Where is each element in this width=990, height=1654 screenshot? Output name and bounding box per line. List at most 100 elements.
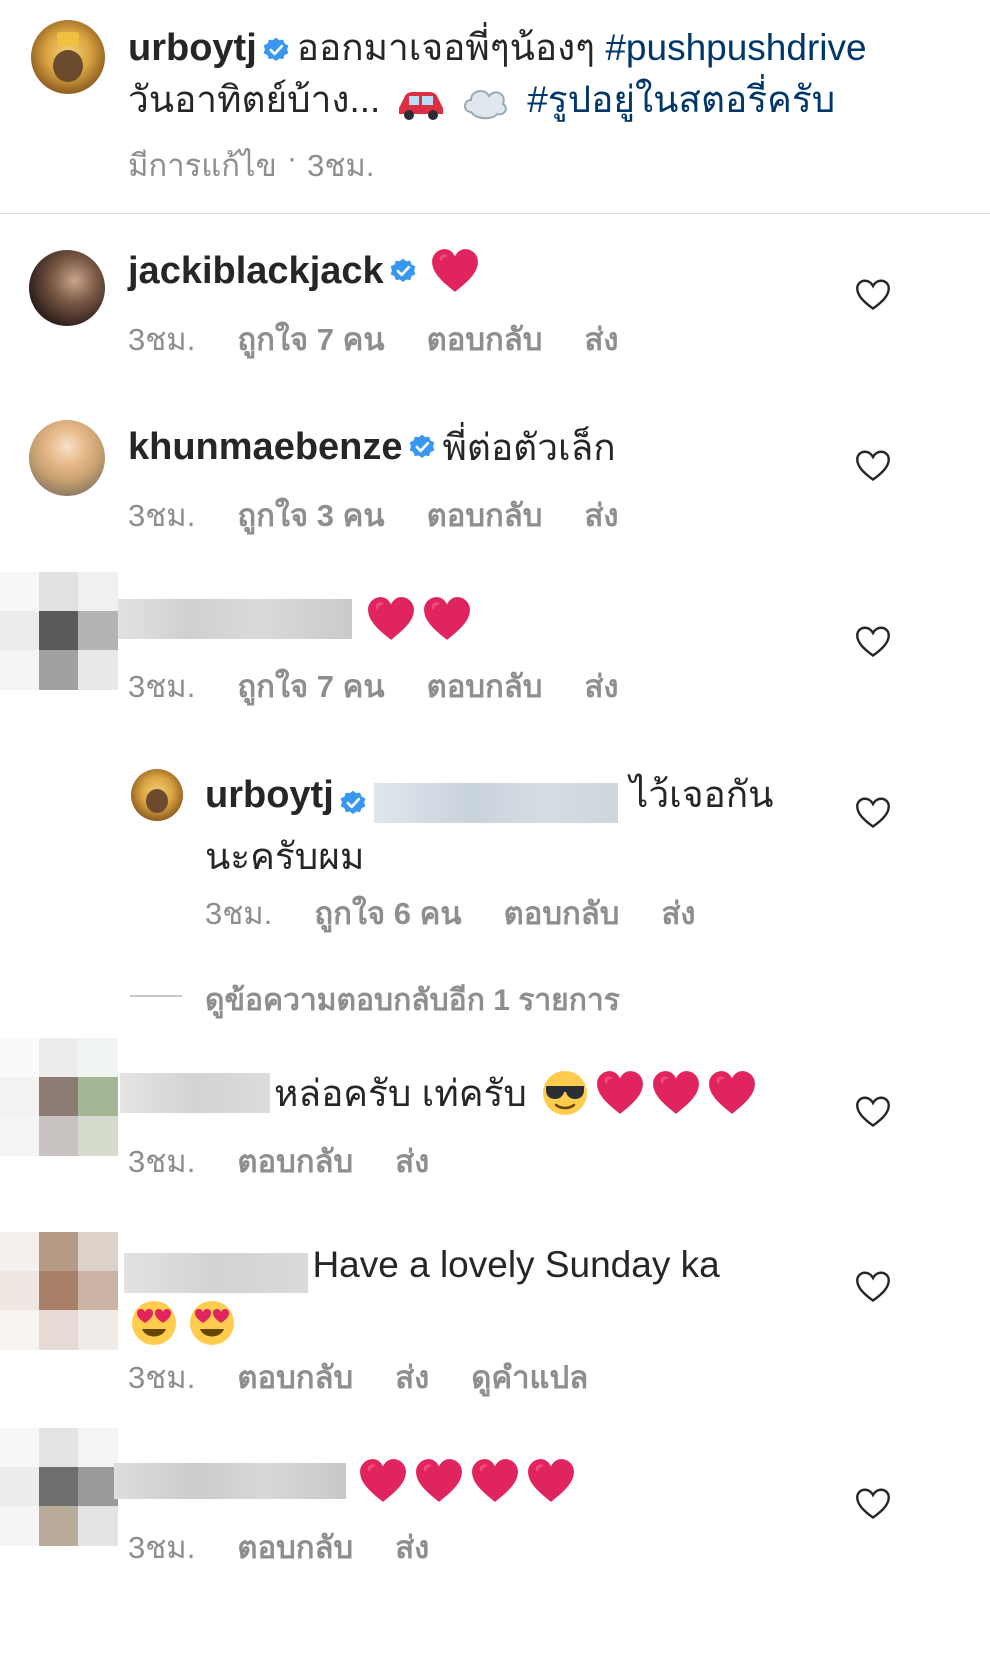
avatar[interactable] <box>29 420 105 496</box>
blurred-mention <box>373 782 618 823</box>
like-heart-icon[interactable] <box>855 625 891 659</box>
car-emoji <box>395 84 447 121</box>
likes-count[interactable]: ถูกใจ 7 คน <box>237 661 384 711</box>
caption-text-2: วันอาทิตย์บ้าง... <box>128 79 381 120</box>
send-button[interactable]: ส่ง <box>661 888 695 938</box>
red-heart-emoji <box>430 248 480 294</box>
send-button[interactable]: ส่ง <box>584 314 618 364</box>
verified-badge-icon <box>340 790 366 816</box>
comment-time: 3ชม. <box>128 1530 196 1565</box>
avatar[interactable] <box>0 1428 118 1546</box>
comment-time: 3ชม. <box>128 1360 196 1395</box>
comment-body: หล่อครับ เท่ครับ <box>120 1068 757 1118</box>
post-time: 3ชม. <box>307 148 375 183</box>
reply-button[interactable]: ตอบกลับ <box>427 490 543 540</box>
avatar[interactable] <box>0 572 118 690</box>
comment-username[interactable]: khunmaebenze <box>128 426 403 469</box>
red-heart-emoji <box>422 596 472 642</box>
red-heart-emoji <box>358 1458 408 1504</box>
comment-time: 3ชม. <box>128 322 196 357</box>
divider <box>0 213 990 214</box>
red-heart-emoji <box>595 1070 645 1116</box>
comment-meta: 3ชม. ตอบกลับ ส่ง <box>128 1136 471 1186</box>
like-heart-icon[interactable] <box>855 1095 891 1129</box>
red-heart-emoji <box>651 1070 701 1116</box>
red-heart-emoji <box>366 596 416 642</box>
comment-meta: 3ชม. ถูกใจ 7 คน ตอบกลับ ส่ง <box>128 661 661 711</box>
comment-username[interactable]: jackiblackjack <box>128 250 384 293</box>
send-button[interactable]: ส่ง <box>395 1352 429 1402</box>
like-heart-icon[interactable] <box>855 278 891 312</box>
hashtag-link[interactable]: #pushpushdrive <box>605 27 866 68</box>
reply-button[interactable]: ตอบกลับ <box>237 1522 353 1572</box>
comment-time: 3ชม. <box>128 669 196 704</box>
post-author-username[interactable]: urboytj <box>128 27 257 69</box>
comment-body <box>114 1456 576 1506</box>
post-meta: มีการแก้ไข · 3ชม. <box>128 140 416 190</box>
like-heart-icon[interactable] <box>855 449 891 483</box>
comment-text: พี่ต่อตัวเล็ก <box>442 426 616 468</box>
sunglasses-emoji <box>541 1069 589 1117</box>
reply-button[interactable]: ตอบกลับ <box>504 888 620 938</box>
like-heart-icon[interactable] <box>855 1270 891 1304</box>
comment-meta: 3ชม. ตอบกลับ ส่ง ดูคำแปล <box>128 1352 630 1402</box>
reply-body: urboytj ไว้เจอกัน นะครับผม <box>205 768 825 892</box>
heart-eyes-emoji <box>188 1299 236 1347</box>
send-button[interactable]: ส่ง <box>584 490 618 540</box>
view-replies-line <box>130 995 182 997</box>
view-more-replies-button[interactable]: ดูข้อความตอบกลับอีก 1 รายการ <box>205 977 620 1024</box>
meta-dot: · <box>286 140 298 175</box>
reply-username[interactable]: urboytj <box>205 774 334 816</box>
send-button[interactable]: ส่ง <box>395 1522 429 1572</box>
comment-text: หล่อครับ เท่ครับ <box>274 1072 527 1114</box>
avatar[interactable] <box>29 250 105 326</box>
caption-text-1: ออกมาเจอพี่ๆน้องๆ <box>296 27 596 68</box>
reply-text-2: นะครับผม <box>205 836 365 877</box>
heart-eyes-emoji <box>130 1299 178 1347</box>
red-heart-emoji <box>526 1458 576 1504</box>
red-heart-emoji <box>470 1458 520 1504</box>
comment-text: Have a lovely Sunday ka <box>312 1244 720 1285</box>
comment-meta: 3ชม. ถูกใจ 7 คน ตอบกลับ ส่ง <box>128 314 661 364</box>
avatar[interactable] <box>0 1232 118 1350</box>
likes-count[interactable]: ถูกใจ 7 คน <box>237 314 384 364</box>
reply-time: 3ชม. <box>205 896 273 931</box>
comment-body: jackiblackjack <box>128 246 480 296</box>
red-heart-emoji <box>707 1070 757 1116</box>
send-button[interactable]: ส่ง <box>584 661 618 711</box>
post-caption: urboytj ออกมาเจอพี่ๆน้องๆ #pushpushdrive … <box>128 22 968 126</box>
blurred-username <box>124 1252 308 1293</box>
verified-badge-icon <box>263 37 289 63</box>
avatar[interactable] <box>0 1038 118 1156</box>
likes-count[interactable]: ถูกใจ 6 คน <box>314 888 461 938</box>
post-author-avatar[interactable] <box>31 20 105 94</box>
comment-body <box>118 594 472 644</box>
reply-button[interactable]: ตอบกลับ <box>427 661 543 711</box>
reply-text-1: ไว้เจอกัน <box>629 774 774 815</box>
comment-meta: 3ชม. ถูกใจ 3 คน ตอบกลับ ส่ง <box>128 490 661 540</box>
blurred-username <box>118 599 352 639</box>
likes-count[interactable]: ถูกใจ 3 คน <box>237 490 384 540</box>
blurred-username <box>114 1463 346 1499</box>
like-heart-icon[interactable] <box>855 796 891 830</box>
blurred-username <box>120 1073 270 1113</box>
dash-emoji <box>461 82 509 122</box>
reply-button[interactable]: ตอบกลับ <box>427 314 543 364</box>
send-button[interactable]: ส่ง <box>395 1136 429 1186</box>
verified-badge-icon <box>390 258 416 284</box>
comment-time: 3ชม. <box>128 1144 196 1179</box>
edited-label: มีการแก้ไข <box>128 148 277 183</box>
reply-button[interactable]: ตอบกลับ <box>237 1136 353 1186</box>
comment-body: Have a lovely Sunday ka <box>124 1240 824 1348</box>
verified-badge-icon <box>409 434 435 460</box>
comment-meta: 3ชม. ตอบกลับ ส่ง <box>128 1522 471 1572</box>
reply-meta: 3ชม. ถูกใจ 6 คน ตอบกลับ ส่ง <box>205 888 738 938</box>
comment-body: khunmaebenze พี่ต่อตัวเล็ก <box>128 422 616 472</box>
comment-time: 3ชม. <box>128 498 196 533</box>
like-heart-icon[interactable] <box>855 1487 891 1521</box>
translate-button[interactable]: ดูคำแปล <box>471 1352 588 1402</box>
reply-button[interactable]: ตอบกลับ <box>237 1352 353 1402</box>
avatar[interactable] <box>131 769 183 821</box>
red-heart-emoji <box>414 1458 464 1504</box>
hashtag-link[interactable]: #รูปอยู่ในสตอรี่ครับ <box>527 79 835 120</box>
